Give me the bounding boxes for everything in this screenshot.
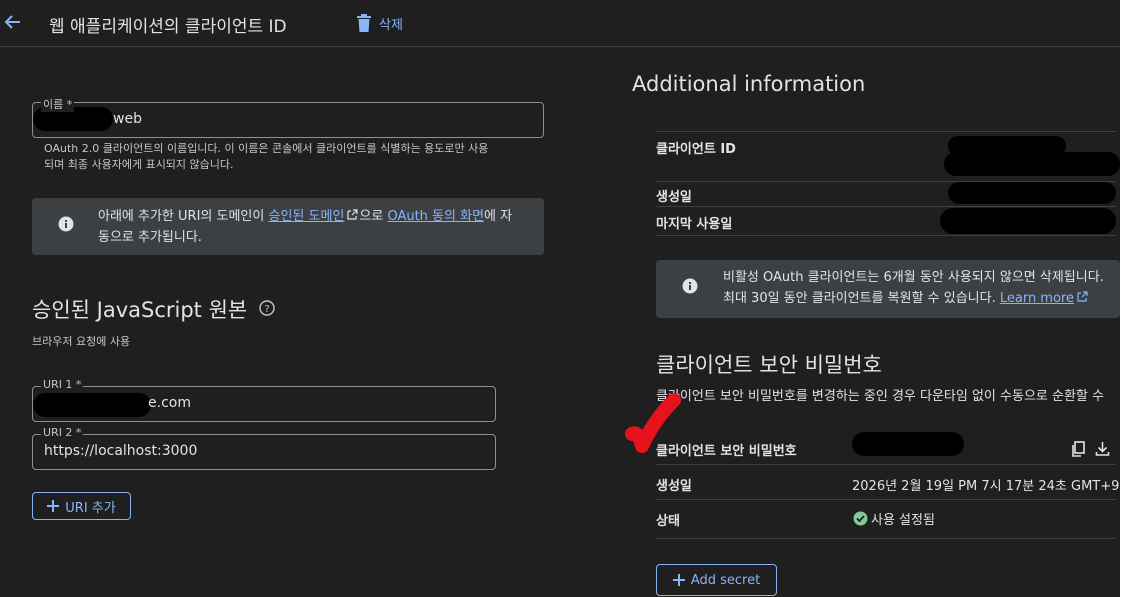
top-bar: 웹 애플리케이션의 클라이언트 ID 삭제 — [0, 0, 1120, 47]
uri-2-label: URI 2 * — [41, 426, 84, 439]
status-badge: 사용 설정됨 — [853, 509, 935, 528]
learn-more-link[interactable]: Learn more — [1000, 291, 1074, 306]
secret-created-value: 2026년 2월 19일 PM 7시 17분 24초 GMT+9 — [852, 479, 1120, 494]
authorized-domain-link[interactable]: 승인된 도메인 — [268, 209, 344, 224]
uri-1-label: URI 1 * — [41, 378, 84, 391]
add-uri-label: URI 추가 — [65, 500, 116, 516]
info-text-before: 아래에 추가한 URI의 도메인이 — [98, 209, 269, 224]
divider — [656, 206, 1116, 207]
add-secret-label: Add secret — [690, 572, 761, 588]
check-circle-icon — [853, 511, 868, 526]
add-secret-button[interactable]: Add secret — [656, 564, 777, 596]
redaction-mark — [33, 393, 151, 417]
divider — [656, 499, 1116, 500]
client-id-label: 클라이언트 ID — [656, 142, 736, 157]
name-field-label: 이름 * — [41, 96, 75, 112]
info-icon — [58, 216, 74, 232]
info-text-after: 에 자 — [484, 209, 513, 224]
help-icon[interactable]: ? — [259, 300, 275, 316]
created-label: 생성일 — [656, 190, 692, 205]
domain-info-notice: 아래에 추가한 URI의 도메인이 승인된 도메인 으로 OAuth 동의 화면에… — [32, 198, 544, 255]
copy-icon[interactable] — [1071, 441, 1086, 457]
js-origins-subtitle: 브라우저 요청에 사용 — [32, 335, 131, 348]
plus-icon — [672, 574, 685, 586]
js-origins-title: 승인된 JavaScript 원본 — [32, 298, 248, 322]
inactive-notice-text: 비활성 OAuth 클라이언트는 6개월 동안 사용되지 않으면 삭제됩니다. … — [723, 267, 1119, 309]
name-value: web — [113, 111, 142, 127]
name-help-text: OAuth 2.0 클라이언트의 이름입니다. 이 이름은 콘솔에서 클라이언트… — [44, 141, 534, 173]
secret-created-label: 생성일 — [656, 479, 692, 494]
divider — [656, 235, 1116, 236]
back-button[interactable] — [2, 10, 24, 34]
status-value: 사용 설정됨 — [871, 513, 935, 528]
page-title: 웹 애플리케이션의 클라이언트 ID — [49, 17, 287, 37]
domain-info-text: 아래에 추가한 URI의 도메인이 승인된 도메인 으로 OAuth 동의 화면에… — [98, 206, 538, 248]
name-field[interactable]: web — [32, 102, 544, 138]
add-uri-button[interactable]: URI 추가 — [32, 492, 131, 520]
divider — [656, 131, 1116, 132]
inactive-notice-line-2: 최대 30일 동안 클라이언트를 복원할 수 있습니다. — [723, 291, 1000, 306]
name-help-line-1: OAuth 2.0 클라이언트의 이름입니다. 이 이름은 콘솔에서 클라이언트… — [44, 142, 489, 155]
delete-label: 삭제 — [379, 17, 403, 33]
oauth-consent-link[interactable]: OAuth 동의 화면 — [387, 209, 484, 224]
info-text-line-2: 동으로 추가됩니다. — [98, 230, 202, 245]
svg-text:?: ? — [264, 304, 269, 315]
client-secret-title: 클라이언트 보안 비밀번호 — [656, 353, 882, 377]
name-help-line-2: 되며 최종 사용자에게 표시되지 않습니다. — [44, 158, 234, 171]
inactive-notice-line-1: 비활성 OAuth 클라이언트는 6개월 동안 사용되지 않으면 삭제됩니다. — [723, 270, 1104, 285]
last-used-label: 마지막 사용일 — [656, 217, 733, 232]
download-icon[interactable] — [1095, 441, 1110, 456]
additional-info-title: Additional information — [632, 72, 866, 96]
divider — [656, 538, 1116, 539]
uri-1-field[interactable]: e.com — [32, 386, 496, 422]
redaction-mark — [944, 152, 1120, 176]
uri-2-field[interactable]: https://localhost:3000 — [32, 434, 496, 470]
uri-1-value: e.com — [148, 395, 191, 411]
inactive-client-notice: 비활성 OAuth 클라이언트는 6개월 동안 사용되지 않으면 삭제됩니다. … — [656, 260, 1120, 318]
secret-label: 클라이언트 보안 비밀번호 — [656, 444, 797, 459]
redaction-mark — [940, 208, 1116, 234]
delete-button[interactable]: 삭제 — [356, 12, 403, 34]
info-icon — [682, 278, 698, 294]
redaction-mark — [948, 182, 1116, 204]
info-text-middle: 으로 — [359, 209, 388, 224]
external-link-icon — [1077, 291, 1088, 302]
status-label: 상태 — [656, 514, 680, 529]
divider — [656, 464, 1116, 465]
uri-2-value: https://localhost:3000 — [44, 443, 198, 459]
redaction-mark — [852, 432, 964, 456]
arrow-back-icon — [4, 15, 20, 29]
external-link-icon — [347, 209, 358, 220]
client-secret-description: 클라이언트 보안 비밀번호를 변경하는 중인 경우 다운타임 없이 수동으로 순… — [656, 389, 1104, 404]
plus-icon — [47, 500, 60, 512]
trash-icon — [357, 14, 371, 32]
